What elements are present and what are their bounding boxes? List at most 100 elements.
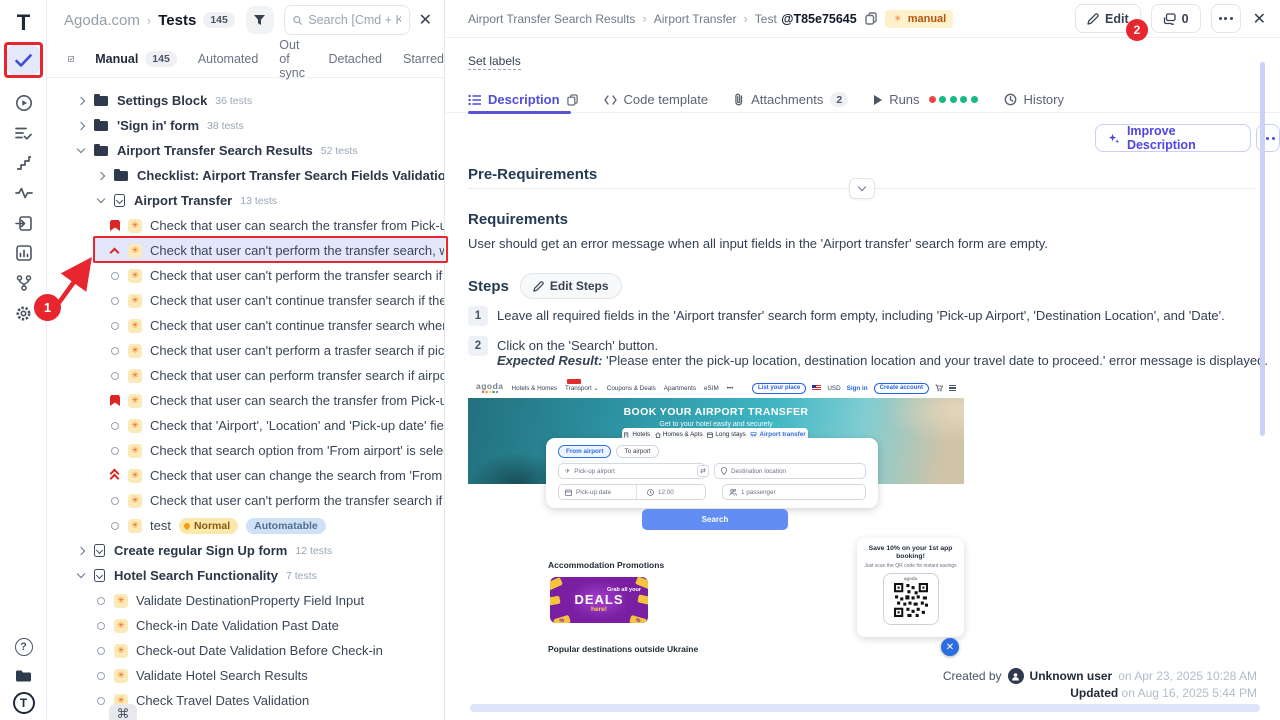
date-time-field[interactable]: Pick-up date 12:00 [558, 484, 706, 500]
chevron-right-icon[interactable] [77, 547, 85, 555]
sign-in-link[interactable]: Sign in [847, 385, 868, 392]
tab-starred[interactable]: Starred [403, 52, 444, 66]
to-airport-pill[interactable]: To airport [616, 445, 658, 458]
suite-hotel-search[interactable]: Hotel Search Functionality7 tests [47, 563, 445, 588]
swap-icon[interactable]: ⇄ [697, 465, 709, 477]
help-icon[interactable]: ? [7, 632, 40, 662]
menu-icon[interactable] [949, 385, 956, 392]
test-row[interactable]: Check that user can change the search fr… [47, 463, 445, 488]
profile-avatar[interactable]: T [7, 688, 40, 718]
suite-create-signup-form[interactable]: Create regular Sign Up form12 tests [47, 538, 445, 563]
pickup-time-field[interactable]: 12:00 [641, 489, 680, 496]
tab-out-of-sync[interactable]: Out of sync [279, 38, 307, 80]
attachment-screenshot-agoda[interactable]: agoda Hotels & Homes Transport ⌄ Coupons… [468, 378, 964, 660]
test-row[interactable]: Check that user can search the transfer … [47, 388, 445, 413]
improve-description-button[interactable]: Improve Description [1095, 124, 1251, 152]
test-row[interactable]: testNormalAutomatable [47, 513, 445, 538]
test-row[interactable]: Check-in Date Validation Past Date [47, 613, 445, 638]
chevron-down-icon[interactable] [97, 197, 105, 205]
branch-icon[interactable] [7, 268, 40, 298]
tab-description[interactable]: Description [468, 92, 578, 107]
folder-checklist[interactable]: Checklist: Airport Transfer Search Field… [47, 163, 445, 188]
collapse-section-button[interactable] [849, 178, 875, 199]
test-row[interactable]: Check-out Date Validation Before Check-i… [47, 638, 445, 663]
analytics-icon[interactable] [7, 238, 40, 268]
close-search-icon[interactable]: ✕ [419, 10, 432, 30]
test-row[interactable]: Check that user can search the transfer … [47, 213, 445, 238]
more-actions-button[interactable] [1211, 4, 1241, 33]
breadcrumb-project[interactable]: Agoda.com [64, 12, 140, 29]
list-your-place-button[interactable]: List your place [752, 383, 806, 394]
breadcrumb-section[interactable]: Tests [158, 12, 196, 29]
agoda-search-button[interactable]: Search [642, 509, 788, 530]
nav-coupons[interactable]: Coupons & Deals [607, 385, 656, 392]
test-row[interactable]: Check that user can perform transfer sea… [47, 363, 445, 388]
test-row[interactable]: Check Travel Dates Validation [47, 688, 445, 713]
nav-apartments[interactable]: Apartments [664, 385, 696, 392]
tab-homes-apts[interactable]: Homes & Apts [655, 431, 703, 438]
tab-long-stays[interactable]: Long stays [707, 431, 745, 438]
search-input[interactable] [308, 13, 400, 27]
edit-button[interactable]: Edit [1075, 4, 1141, 33]
folder-airport-transfer-search-results[interactable]: Airport Transfer Search Results52 tests [47, 138, 445, 163]
app-logo[interactable]: T [0, 10, 47, 36]
projects-icon[interactable] [7, 660, 40, 690]
set-labels-link[interactable]: Set labels [468, 54, 521, 70]
close-detail-icon[interactable]: ✕ [1253, 9, 1266, 29]
runs-icon[interactable] [7, 88, 40, 118]
vertical-scrollbar[interactable] [1260, 62, 1265, 436]
tab-manual[interactable]: Manual145 [95, 51, 177, 67]
from-airport-pill[interactable]: From airport [558, 445, 611, 458]
tab-runs[interactable]: Runs [874, 92, 977, 107]
tab-history[interactable]: History [1004, 92, 1064, 107]
nav-hotels-homes[interactable]: Hotels & Homes [512, 385, 558, 392]
test-row[interactable]: Check that user can't perform a trasfer … [47, 338, 445, 363]
destination-field[interactable]: Destination location [714, 463, 866, 479]
edit-steps-button[interactable]: Edit Steps [520, 273, 622, 299]
nav-more[interactable]: ••• [727, 385, 734, 392]
chevron-right-icon[interactable] [97, 172, 105, 180]
chevron-right-icon[interactable] [77, 97, 85, 105]
test-row[interactable]: Check that 'Airport', 'Location' and 'Pi… [47, 413, 445, 438]
tests-icon[interactable] [7, 45, 40, 75]
bulk-edit-icon[interactable] [68, 52, 74, 66]
currency-selector[interactable]: USD [827, 385, 840, 392]
test-row-selected[interactable]: Check that user can't perform the transf… [93, 238, 445, 263]
pulse-icon[interactable] [7, 178, 40, 208]
horizontal-scrollbar[interactable] [470, 704, 1260, 712]
pickup-date-field[interactable]: Pick-up date [559, 485, 637, 499]
tab-attachments[interactable]: Attachments 2 [734, 92, 848, 107]
tab-code-template[interactable]: Code template [604, 92, 709, 107]
us-flag-icon[interactable] [812, 385, 821, 391]
filter-button[interactable] [246, 6, 274, 34]
test-row[interactable]: Check that user can't perform the transf… [47, 263, 445, 288]
test-row[interactable]: Validate Hotel Search Results [47, 663, 445, 688]
create-account-button[interactable]: Create account [874, 383, 929, 394]
cart-icon[interactable] [935, 384, 943, 392]
test-row[interactable]: Check that search option from 'From airp… [47, 438, 445, 463]
test-row[interactable]: Check that user can't perform the transf… [47, 488, 445, 513]
pickup-airport-field[interactable]: ✈Pick-up airport [558, 463, 706, 479]
suite-airport-transfer[interactable]: Airport Transfer13 tests [47, 188, 445, 213]
chevron-right-icon[interactable] [77, 122, 85, 130]
tab-automated[interactable]: Automated [198, 52, 258, 66]
steps-icon[interactable] [7, 148, 40, 178]
deals-banner[interactable]: Grab all your DEALS here! % % [550, 577, 648, 623]
import-icon[interactable] [7, 208, 40, 238]
keyboard-shortcut-badge[interactable]: ⌘ [109, 704, 137, 720]
passengers-field[interactable]: 1 passenger [722, 484, 866, 500]
folder-sign-in-form[interactable]: 'Sign in' form38 tests [47, 113, 445, 138]
nav-esim[interactable]: eSIM [704, 385, 719, 392]
qr-popup-close-button[interactable]: ✕ [941, 638, 959, 656]
plans-icon[interactable] [7, 118, 40, 148]
test-row[interactable]: Validate DestinationProperty Field Input [47, 588, 445, 613]
folder-settings-block[interactable]: Settings Block36 tests [47, 88, 445, 113]
chevron-down-icon[interactable] [77, 572, 85, 580]
comments-button[interactable]: 0 [1151, 4, 1201, 33]
test-row[interactable]: Check that user can't continue transfer … [47, 288, 445, 313]
chevron-down-icon[interactable] [77, 147, 85, 155]
tab-hotels[interactable]: Hotels [624, 431, 650, 438]
test-row[interactable]: Check that user can't continue transfer … [47, 313, 445, 338]
breadcrumb-subsuite[interactable]: Airport Transfer [654, 12, 737, 26]
breadcrumb-suite[interactable]: Airport Transfer Search Results [468, 12, 635, 26]
